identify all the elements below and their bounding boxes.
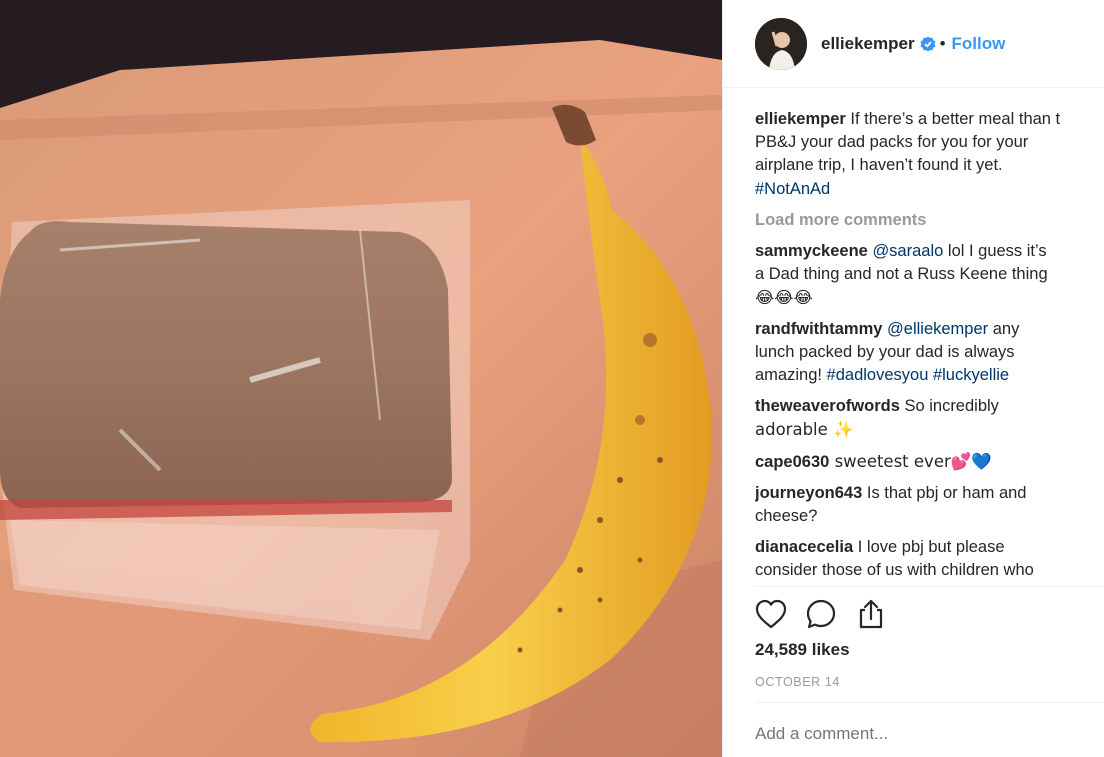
comment-text: lunch packed by your dad is always <box>755 342 1015 361</box>
follow-button[interactable]: Follow <box>952 34 1006 54</box>
divider <box>755 586 1104 587</box>
post-username[interactable]: elliekemper <box>821 34 915 54</box>
comment-text: adorable ✨ <box>755 420 854 440</box>
comment-item: theweaverofwords So incredibly adorable … <box>755 395 1104 441</box>
speech-bubble-icon <box>806 599 836 629</box>
comment-text: amazing! <box>755 366 827 385</box>
comment-text: sweetest ever💕💙 <box>829 451 992 471</box>
comment-text: cheese? <box>755 507 818 526</box>
share-icon <box>859 599 883 629</box>
comment-username[interactable]: theweaverofwords <box>755 397 900 415</box>
comment-text: lol I guess it’s <box>943 242 1047 261</box>
caption-line-1: If there’s a better meal than t <box>850 110 1061 128</box>
avatar[interactable] <box>755 17 807 70</box>
caption-username[interactable]: elliekemper <box>755 110 846 128</box>
comment-text: I love pbj but please <box>853 538 1005 557</box>
likes-count[interactable]: 24,589 likes <box>755 640 850 660</box>
caption-hashtag[interactable]: #NotAnAd <box>755 180 830 198</box>
comments-list[interactable]: elliekemper If there’s a better meal tha… <box>755 108 1104 584</box>
avatar-image <box>755 17 807 70</box>
comment-item: journeyon643 Is that pbj or ham and chee… <box>755 482 1104 528</box>
comment-hashtag[interactable]: #dadlovesyou <box>827 366 929 384</box>
comment-mention[interactable]: @saraalo <box>872 242 943 260</box>
add-comment-input[interactable] <box>755 724 1095 744</box>
comment-item: randfwithtammy @elliekemper any lunch pa… <box>755 318 1104 388</box>
like-button[interactable] <box>753 596 789 632</box>
comment-emoji: 😂😂😂 <box>755 288 813 308</box>
comment-username[interactable]: dianacecelia <box>755 538 853 556</box>
comment-button[interactable] <box>803 596 839 632</box>
heart-icon <box>755 599 787 629</box>
comment-username[interactable]: cape0630 <box>755 453 829 471</box>
verified-badge-icon <box>920 36 936 52</box>
comment-item: sammyckeene @saraalo lol I guess it’s a … <box>755 240 1104 310</box>
post-header: elliekemper • Follow <box>723 0 1104 88</box>
divider <box>755 702 1104 703</box>
comment-hashtag[interactable]: #luckyellie <box>933 366 1009 384</box>
comment-username[interactable]: randfwithtammy <box>755 320 882 338</box>
comment-text: a Dad thing and not a Russ Keene thing <box>755 265 1048 284</box>
post-photo[interactable] <box>0 0 722 757</box>
post-date[interactable]: OCTOBER 14 <box>755 675 840 689</box>
comment-item: dianacecelia I love pbj but please consi… <box>755 536 1104 582</box>
load-more-comments-button[interactable]: Load more comments <box>755 209 1104 232</box>
comment-text: consider those of us with children who <box>755 561 1034 580</box>
comment-username[interactable]: sammyckeene <box>755 242 868 260</box>
post-actions <box>753 596 889 632</box>
comment-text: Is that pbj or ham and <box>862 483 1027 502</box>
comment-mention[interactable]: @elliekemper <box>887 320 988 338</box>
post-details-panel: elliekemper • Follow elliekemper If ther… <box>722 0 1104 757</box>
comment-item: cape0630 sweetest ever💕💙 <box>755 450 1104 474</box>
caption-line-3: airplane trip, I haven’t found it yet. <box>755 156 1003 175</box>
share-button[interactable] <box>853 596 889 632</box>
comment-text: any <box>988 319 1020 338</box>
comment-text: So incredibly <box>899 397 999 416</box>
header-separator: • <box>939 33 946 53</box>
comment-username[interactable]: journeyon643 <box>755 484 862 502</box>
caption-line-2: PB&J your dad packs for you for your <box>755 133 1029 152</box>
post-caption: elliekemper If there’s a better meal tha… <box>755 108 1104 201</box>
sandwich-and-banana-image <box>0 0 722 757</box>
